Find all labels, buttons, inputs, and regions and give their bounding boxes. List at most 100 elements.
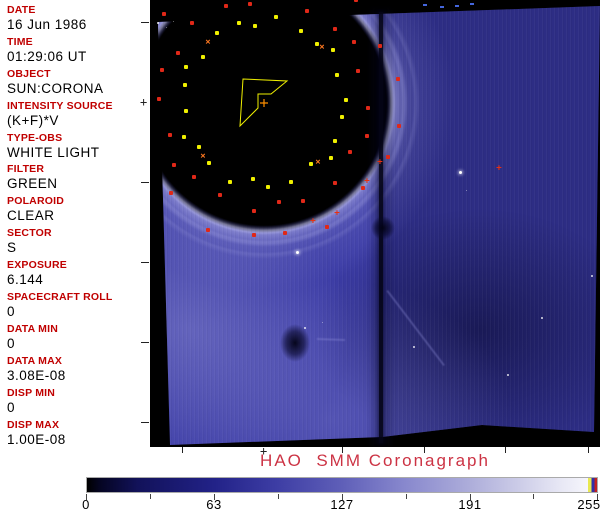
fiducial-dot — [277, 200, 281, 204]
metadata-field: DATA MAX3.08E-08 — [0, 351, 150, 383]
colorbar-minor-tick — [406, 494, 407, 499]
fiducial-dot — [366, 106, 370, 110]
star-dot — [296, 251, 299, 254]
fiducial-dot — [172, 163, 176, 167]
plus-fiducial-mark: + — [377, 159, 382, 168]
film-edge-noise — [470, 3, 474, 5]
fiducial-dot — [184, 109, 188, 113]
colorbar-tick-label: 127 — [330, 497, 353, 512]
fiducial-dot — [309, 162, 313, 166]
fiducial-dot — [325, 225, 329, 229]
metadata-value: S — [7, 240, 150, 255]
fiducial-dot — [354, 0, 358, 2]
fiducial-dot — [228, 180, 232, 184]
star-dot — [459, 171, 462, 174]
metadata-field: DISP MIN0 — [0, 383, 150, 415]
metadata-field: OBJECTSUN:CORONA — [0, 64, 150, 96]
colorbar — [86, 477, 598, 493]
fiducial-dot — [192, 175, 196, 179]
metadata-field: POLAROIDCLEAR — [0, 191, 150, 223]
fiducial-dot — [378, 44, 382, 48]
metadata-label: SPACECRAFT ROLL — [7, 291, 150, 303]
fiducial-dot — [344, 98, 348, 102]
metadata-label: DATE — [7, 4, 150, 16]
colorbar-minor-tick — [150, 494, 151, 499]
fiducial-dot — [183, 83, 187, 87]
dark-blob-artifact — [371, 216, 395, 240]
metadata-value: 0 — [7, 336, 150, 351]
plus-fiducial-mark: + — [334, 210, 339, 219]
cross-fiducial-mark: × — [319, 44, 324, 53]
fiducial-dot — [352, 40, 356, 44]
fiducial-dot — [331, 48, 335, 52]
fiducial-dot — [168, 133, 172, 137]
colorbar-tick-label: 63 — [206, 497, 221, 512]
fiducial-dot — [305, 9, 309, 13]
metadata-label: DISP MIN — [7, 387, 150, 399]
fiducial-dot — [365, 134, 369, 138]
metadata-label: EXPOSURE — [7, 259, 150, 271]
fiducial-dot — [248, 2, 252, 6]
fiducial-dot — [201, 55, 205, 59]
metadata-field: DISP MAX1.00E-08 — [0, 415, 150, 447]
metadata-label: OBJECT — [7, 68, 150, 80]
fiducial-dot — [182, 135, 186, 139]
metadata-label: FILTER — [7, 163, 150, 175]
metadata-panel: DATE16 Jun 1986 TIME01:29:06 UTOBJECTSUN:… — [0, 0, 150, 447]
fiducial-dot — [224, 4, 228, 8]
star-dot — [541, 317, 543, 319]
left-axis-tick — [141, 22, 149, 23]
film-edge-noise — [440, 6, 444, 8]
star-dot — [157, 22, 159, 24]
fiducial-dot — [289, 180, 293, 184]
metadata-field: DATE16 Jun 1986 — [0, 0, 150, 32]
fiducial-dot — [396, 77, 400, 81]
colorbar-tick-label: 0 — [82, 497, 90, 512]
colorbar-minor-tick — [278, 494, 279, 499]
plus-fiducial-mark: + — [364, 178, 369, 187]
fiducial-dot — [253, 24, 257, 28]
colorbar-tick-label: 191 — [458, 497, 481, 512]
plot-title: HAO SMM Coronagraph — [150, 451, 600, 471]
metadata-label: INTENSITY SOURCE — [7, 100, 150, 112]
fiducial-dot — [315, 42, 319, 46]
metadata-field: INTENSITY SOURCE(K+F)*V — [0, 96, 150, 128]
metadata-field: EXPOSURE6.144 — [0, 255, 150, 287]
fiducial-dot — [157, 97, 161, 101]
star-dot — [166, 27, 167, 28]
metadata-field: SPACECRAFT ROLL0 — [0, 287, 150, 319]
fiducial-dot — [169, 191, 173, 195]
star-dot — [413, 346, 415, 348]
cross-fiducial-mark: × — [200, 153, 205, 162]
metadata-value: CLEAR — [7, 208, 150, 223]
star-dot — [591, 275, 593, 277]
metadata-value: 3.08E-08 — [7, 368, 150, 383]
metadata-field: FILTERGREEN — [0, 159, 150, 191]
fiducial-dot — [299, 29, 303, 33]
metadata-value: WHITE LIGHT — [7, 145, 150, 160]
metadata-label: DATA MAX — [7, 355, 150, 367]
fiducial-dot — [340, 115, 344, 119]
cross-fiducial-mark: × — [205, 39, 210, 48]
fiducial-dot — [184, 65, 188, 69]
metadata-label: POLAROID — [7, 195, 150, 207]
left-axis-tick — [141, 182, 149, 183]
metadata-field: SECTORS — [0, 223, 150, 255]
coronagraph-image[interactable]: ××××+++++ — [150, 0, 600, 447]
fiducial-dot — [207, 161, 211, 165]
dark-blob-artifact — [280, 324, 310, 362]
metadata-field: TYPE-OBSWHITE LIGHT — [0, 128, 150, 160]
metadata-label: TIME — [7, 36, 150, 48]
fiducial-dot — [283, 231, 287, 235]
metadata-value: 0 — [7, 304, 150, 319]
fiducial-dot — [335, 73, 339, 77]
cross-fiducial-mark: × — [315, 159, 320, 168]
fiducial-dot — [206, 228, 210, 232]
metadata-value: 01:29:06 UT — [7, 49, 150, 64]
fiducial-dot — [356, 69, 360, 73]
fiducial-dot — [197, 145, 201, 149]
fiducial-dot — [252, 209, 256, 213]
fiducial-dot — [252, 233, 256, 237]
fiducial-dot — [162, 12, 166, 16]
left-axis-tick — [141, 342, 149, 343]
